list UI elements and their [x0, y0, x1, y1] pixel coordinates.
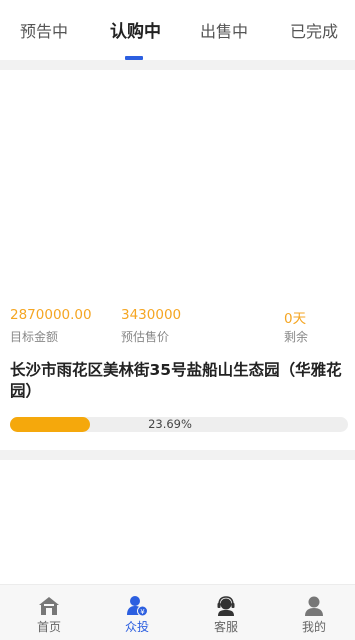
- nav-label: 客服: [213, 620, 238, 634]
- top-tab-bar: 预告中 认购中 出售中 已完成: [0, 0, 355, 60]
- listing-image[interactable]: [0, 70, 355, 302]
- nav-home[interactable]: 首页: [19, 585, 79, 640]
- listing-title[interactable]: 长沙市雨花区美林街35号盐船山生态园（华雅花园）: [10, 360, 350, 402]
- tab-upcoming[interactable]: 预告中: [20, 18, 68, 42]
- nav-label: 我的: [301, 620, 326, 634]
- tab-on-sale[interactable]: 出售中: [200, 18, 248, 42]
- tab-completed[interactable]: 已完成: [290, 18, 338, 42]
- stat-label: 剩余: [284, 330, 309, 344]
- tab-subscribing[interactable]: 认购中: [110, 17, 161, 42]
- stat-label: 目标金额: [10, 330, 59, 344]
- stat-value: 0天: [284, 311, 307, 327]
- crowdfund-user-icon: ¥: [127, 596, 148, 617]
- customer-service-icon: [217, 596, 235, 616]
- listing-card[interactable]: 2870000.00 目标金额 3430000 预估售价 0天 剩余 长沙市雨花…: [0, 70, 355, 450]
- nav-profile[interactable]: 我的: [284, 585, 344, 640]
- bottom-nav: 首页 ¥ 众投 客服 我的: [0, 584, 355, 640]
- stat-label: 预估售价: [121, 330, 170, 344]
- nav-crowdfund[interactable]: ¥ 众投: [107, 585, 167, 640]
- funding-progress-bar: 23.69%: [10, 417, 348, 432]
- svg-text:¥: ¥: [140, 608, 145, 616]
- nav-label: 首页: [36, 620, 61, 634]
- nav-customer-service[interactable]: 客服: [196, 585, 256, 640]
- stat-value: 2870000.00: [10, 307, 92, 323]
- nav-label: 众投: [124, 620, 149, 634]
- section-divider: [0, 450, 355, 460]
- section-divider: [0, 60, 355, 70]
- profile-icon: [305, 596, 323, 616]
- home-icon: [39, 597, 59, 615]
- progress-percent-label: 23.69%: [148, 417, 192, 431]
- stat-value: 3430000: [121, 307, 182, 323]
